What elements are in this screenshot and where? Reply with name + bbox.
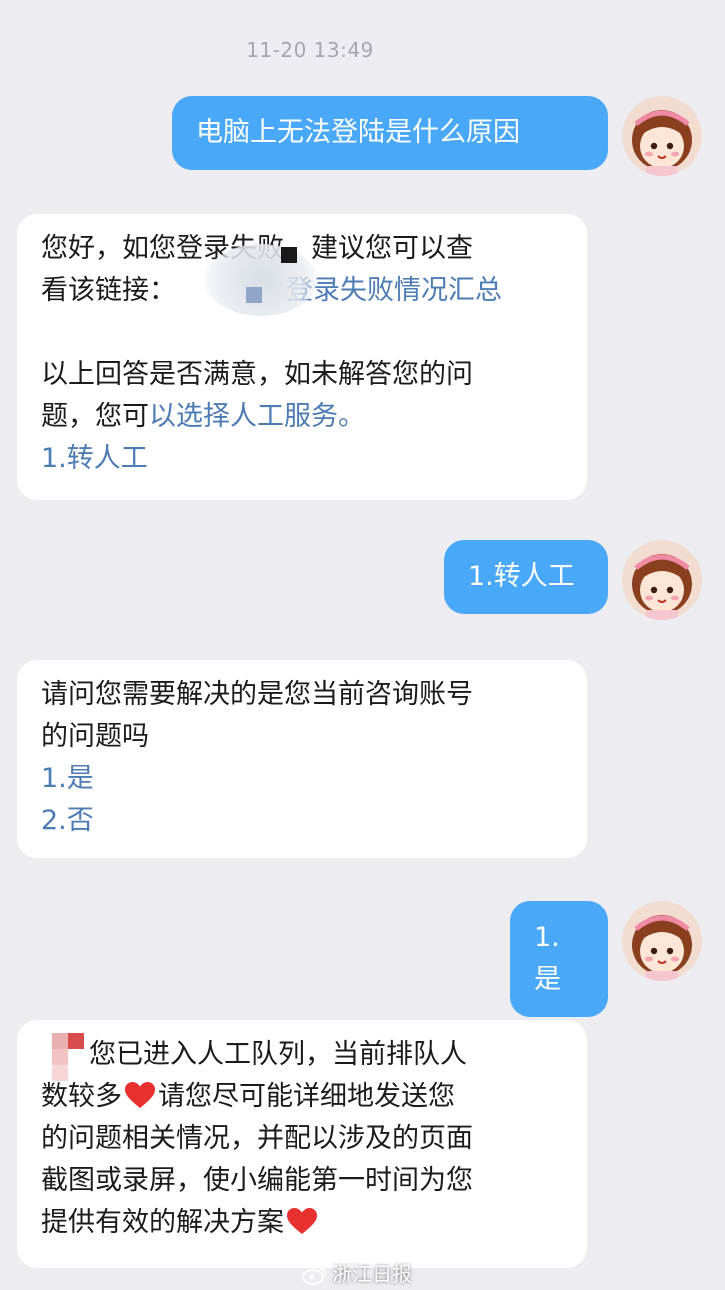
login-failure-link[interactable]: 登录失败情况汇总 [286, 275, 502, 306]
bot-message-line: 的问题相关情况，并配以涉及的页面 [41, 1123, 473, 1154]
heart-icon [287, 1208, 317, 1234]
bot-message-line: 您已进入人工队列，当前排队人 [89, 1039, 467, 1070]
user-message-text: 1.转人工 [468, 561, 575, 592]
user-message-text: 1.是 [534, 922, 561, 995]
human-service-link[interactable]: 以选择人工服务。 [149, 401, 365, 432]
redaction-pixel [52, 1049, 68, 1065]
redaction-pixel [68, 1033, 84, 1049]
user-message[interactable]: 1.转人工 [444, 540, 608, 614]
timestamp: 11-20 13:49 [246, 38, 374, 62]
bot-message-text: 看该链接： [41, 275, 176, 306]
user-avatar-icon[interactable] [622, 96, 702, 176]
bot-message-text: 提供有效的解决方案 [41, 1207, 284, 1238]
redaction-pixel [281, 247, 297, 263]
user-message[interactable]: 电脑上无法登陆是什么原因 [172, 96, 608, 170]
user-avatar-icon[interactable] [622, 540, 702, 620]
bot-message-text: 题，您可 [41, 401, 149, 432]
user-avatar-icon[interactable] [622, 901, 702, 981]
option-yes[interactable]: 1.是 [41, 758, 563, 800]
weibo-icon [302, 1267, 326, 1285]
redaction-pixel [52, 1065, 68, 1081]
bot-message-text: 数较多 [41, 1081, 122, 1112]
heart-icon [125, 1082, 155, 1108]
transfer-human-option[interactable]: 1.转人工 [41, 438, 563, 480]
bot-message-line: 题，您可以选择人工服务。 [41, 396, 563, 438]
bot-message-text: 请您尽可能详细地发送您 [158, 1081, 455, 1112]
watermark-text: 浙江日报 [332, 1262, 412, 1286]
bot-message-line: 提供有效的解决方案 [41, 1202, 563, 1244]
bot-message: 请问您需要解决的是您当前咨询账号 的问题吗 1.是 2.否 [17, 660, 587, 858]
bot-message: 您已进入人工队列，当前排队人 数较多 请您尽可能详细地发送您 的问题相关情况，并配… [17, 1020, 587, 1268]
redaction-blur [205, 244, 317, 316]
option-no[interactable]: 2.否 [41, 800, 563, 842]
user-message-text: 电脑上无法登陆是什么原因 [196, 117, 520, 148]
bot-message-line: 请问您需要解决的是您当前咨询账号 [41, 679, 473, 710]
bot-message-line: 数较多 请您尽可能详细地发送您 [41, 1076, 563, 1118]
bot-message-line: 的问题吗 [41, 721, 149, 752]
redaction-pixel [52, 1033, 68, 1049]
bot-message-line: 截图或录屏，使小编能第一时间为您 [41, 1165, 473, 1196]
user-message[interactable]: 1.是 [510, 901, 608, 1017]
bot-message-line: 以上回答是否满意，如未解答您的问 [41, 359, 473, 390]
watermark: 浙江日报 [302, 1258, 412, 1287]
redaction-pixel [246, 287, 262, 303]
